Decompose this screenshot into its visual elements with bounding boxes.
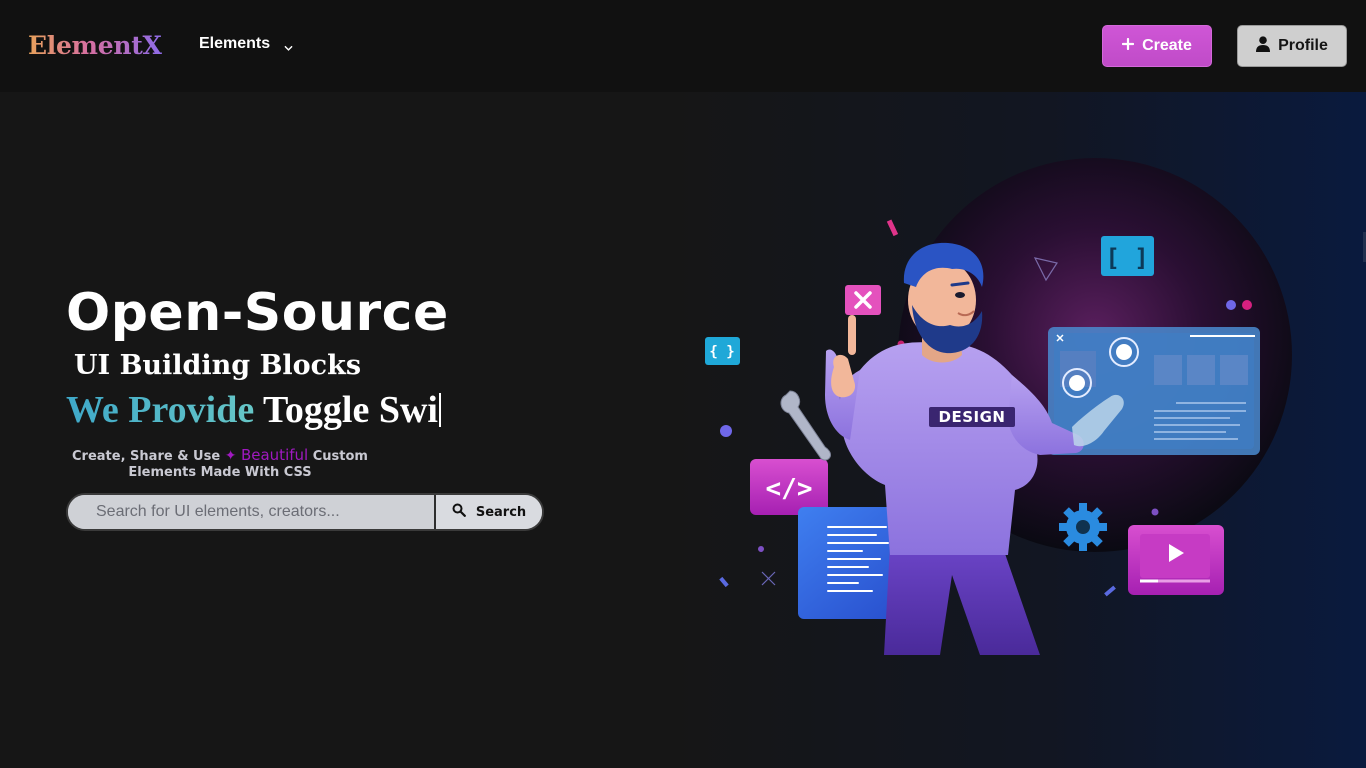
dot-small-2 [1151, 508, 1159, 516]
profile-button[interactable]: Profile [1237, 25, 1347, 67]
dot-purple [1226, 300, 1236, 310]
svg-text:</>: </> [766, 474, 813, 504]
typing-caret [438, 393, 441, 427]
search-icon [452, 503, 466, 521]
hero-typing-line: We Provide Toggle Swi [66, 388, 441, 432]
hero-subheadline: UI Building Blocks [74, 350, 362, 381]
typed-text: Toggle Swi [263, 389, 438, 431]
confetti-pink [886, 219, 899, 237]
brand-logo[interactable]: ElementX [28, 31, 162, 60]
plus-icon [1121, 37, 1135, 55]
tagline-highlight: Beautiful [240, 446, 309, 464]
dot-blue [720, 425, 732, 437]
chevron-down-icon [284, 40, 293, 51]
design-badge-text: DESIGN [939, 408, 1006, 426]
tagline-part1: Create, Share & Use [72, 449, 221, 464]
user-icon [1256, 35, 1271, 57]
create-button[interactable]: Create [1102, 25, 1212, 67]
wrench-icon [780, 390, 831, 461]
dot-small [758, 546, 764, 552]
confetti-blue-2 [1104, 585, 1116, 597]
dot-pink-2 [1242, 300, 1252, 310]
tagline-part3: Elements Made With CSS [128, 465, 312, 480]
svg-text:{ }: { } [709, 344, 734, 360]
hero-headline: Open-Source [66, 283, 449, 343]
search-button[interactable]: Search [434, 495, 542, 529]
gear-icon [1059, 503, 1107, 551]
hero-tagline: Create, Share & Use ✦ Beautiful Custom E… [66, 447, 374, 481]
profile-button-label: Profile [1278, 37, 1328, 54]
confetti-blue [719, 576, 729, 588]
cross-mark [761, 571, 776, 586]
navbar: ElementX Elements Create Profile [0, 0, 1366, 92]
elements-menu-label: Elements [199, 35, 271, 52]
search-bar: Search [66, 493, 544, 531]
search-input[interactable] [68, 495, 434, 529]
tagline-part2: Custom [312, 449, 368, 464]
sparkle-icon: ✦ [224, 448, 237, 464]
create-button-label: Create [1142, 37, 1192, 54]
search-button-label: Search [475, 504, 527, 520]
provide-prefix: We Provide [66, 389, 255, 431]
developer-illustration: { } [ ] </> DESIGN [705, 158, 1292, 655]
elements-menu[interactable]: Elements [199, 35, 293, 53]
svg-text:[ ]: [ ] [1105, 244, 1148, 272]
